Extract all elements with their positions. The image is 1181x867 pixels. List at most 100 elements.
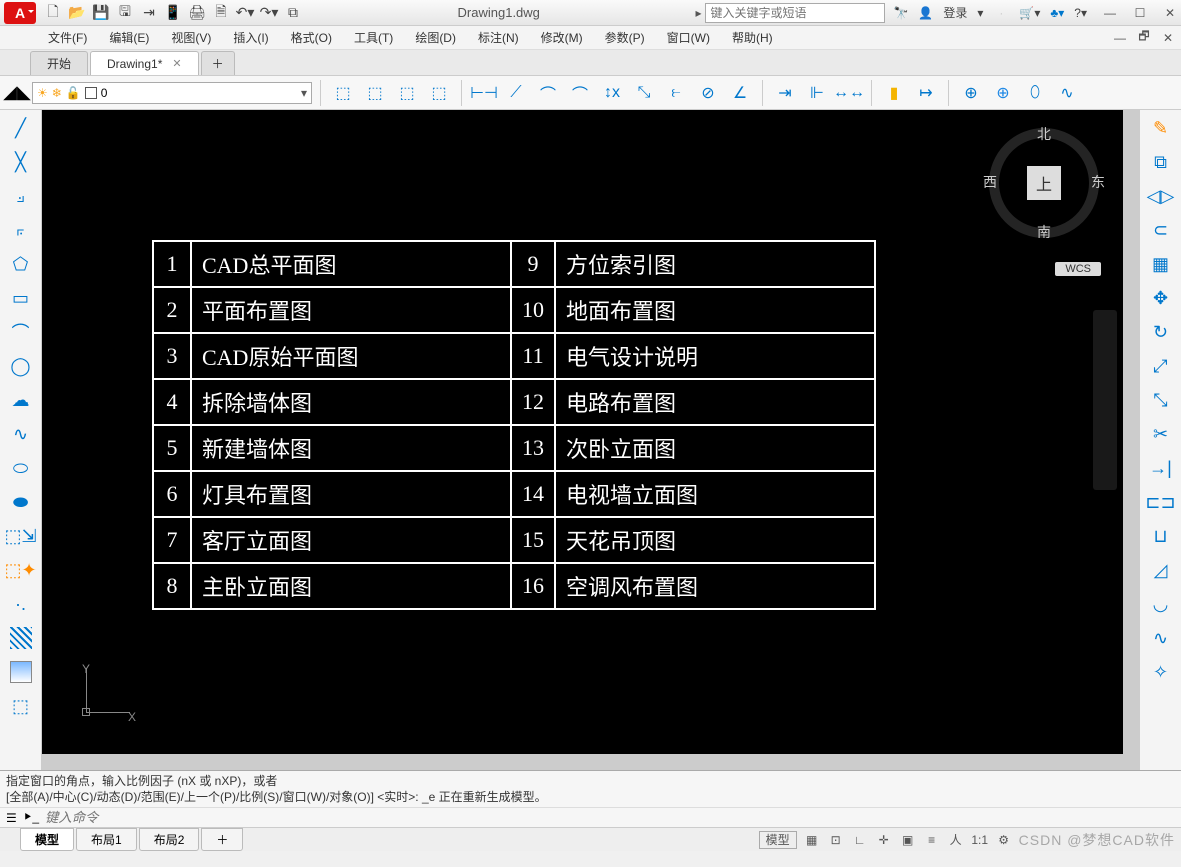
navigation-bar[interactable] <box>1093 310 1117 490</box>
xline-icon[interactable]: ╳ <box>6 148 36 176</box>
open-icon[interactable]: 📂 <box>68 4 86 22</box>
layer-stack1-icon[interactable]: ⬚ <box>329 80 357 106</box>
viewcube-north[interactable]: 北 <box>1037 124 1051 144</box>
revcloud-icon[interactable]: ☁ <box>6 386 36 414</box>
dropdown-icon[interactable]: ▾ <box>977 6 983 20</box>
menu-modify[interactable]: 修改(M) <box>541 29 583 46</box>
grid-icon[interactable]: ▦ <box>803 831 821 849</box>
tab-close-icon[interactable]: ✕ <box>172 57 181 70</box>
search-input[interactable] <box>705 3 885 23</box>
layer-stack3-icon[interactable]: ⬚ <box>393 80 421 106</box>
centermark-icon[interactable]: ⊕ <box>989 80 1017 106</box>
join-icon[interactable]: ⊔ <box>1146 522 1176 550</box>
menu-dim[interactable]: 标注(N) <box>478 29 519 46</box>
block-icon[interactable]: ⬚✦ <box>6 556 36 584</box>
menu-file[interactable]: 文件(F) <box>48 29 87 46</box>
layout-tab-2[interactable]: 布局2 <box>139 828 200 851</box>
layer-properties-icon[interactable]: ◢◣ <box>4 80 30 106</box>
binoculars-icon[interactable]: 🔭 <box>893 6 908 20</box>
cart-icon[interactable]: 🛒▾ <box>1019 6 1040 20</box>
trim-icon[interactable]: ✂ <box>1146 420 1176 448</box>
dim-space-icon[interactable]: ▮ <box>880 80 908 106</box>
vertical-scrollbar[interactable] <box>1123 110 1139 770</box>
menu-window[interactable]: 窗口(W) <box>667 29 710 46</box>
layout-tab-model[interactable]: 模型 <box>20 828 74 851</box>
polar-icon[interactable]: ✛ <box>875 831 893 849</box>
cloud-icon[interactable]: ♣▾ <box>1050 6 1064 20</box>
polygon-icon[interactable]: ⬠ <box>6 250 36 278</box>
layer-combo[interactable]: ☀ ❄ 🔓 0 ▾ <box>32 82 312 104</box>
point-icon[interactable]: ·. <box>6 590 36 618</box>
dim-linear-icon[interactable]: ⊢⊣ <box>470 80 498 106</box>
tab-start[interactable]: 开始 <box>30 51 88 75</box>
gradient-btn[interactable] <box>6 658 36 686</box>
copy-icon[interactable]: ⧉ <box>1146 148 1176 176</box>
mdi-minimize-icon[interactable]: — <box>1113 31 1127 45</box>
import-icon[interactable]: ⇥ <box>140 4 158 22</box>
dim-aligned-icon[interactable]: ⟋ <box>502 80 530 106</box>
arc-icon[interactable]: ⌒ <box>6 318 36 346</box>
ellipsearc-icon[interactable]: ⬬ <box>6 488 36 516</box>
menu-insert[interactable]: 插入(I) <box>233 29 268 46</box>
mirror-icon[interactable]: ◁▷ <box>1146 182 1176 210</box>
minimize-icon[interactable]: — <box>1103 6 1117 20</box>
gear-icon[interactable]: ⚙ <box>995 831 1013 849</box>
dim-diameter-icon[interactable]: ⊘ <box>694 80 722 106</box>
region-icon[interactable]: ⬚ <box>6 692 36 720</box>
horizontal-scrollbar[interactable] <box>42 754 1123 770</box>
viewcube-west[interactable]: 西 <box>983 172 997 192</box>
tab-add[interactable]: ＋ <box>201 51 235 75</box>
polyline2-icon[interactable]: ⟔ <box>6 216 36 244</box>
overlap-icon[interactable]: ⧉ <box>284 4 302 22</box>
line-icon[interactable]: ╱ <box>6 114 36 142</box>
layout-tab-1[interactable]: 布局1 <box>76 828 137 851</box>
lwt-icon[interactable]: ≡ <box>923 831 941 849</box>
explode-icon[interactable]: ✧ <box>1146 658 1176 686</box>
print-icon[interactable]: 🖨 <box>188 4 206 22</box>
break-icon[interactable]: ⊏⊐ <box>1146 488 1176 516</box>
menu-help[interactable]: 帮助(H) <box>732 29 773 46</box>
viewcube-east[interactable]: 东 <box>1091 172 1105 192</box>
viewcube-face[interactable]: 上 <box>1027 166 1061 200</box>
recent-commands-icon[interactable]: ☰ <box>6 811 17 825</box>
menu-view[interactable]: 视图(V) <box>171 29 211 46</box>
erase-icon[interactable]: ✎ <box>1146 114 1176 142</box>
saveas-icon[interactable]: 🖫 <box>116 4 134 22</box>
dim-continue-icon[interactable]: ↔↔ <box>835 80 863 106</box>
scale-icon[interactable]: ⤢ <box>1146 352 1176 380</box>
dim-quick-icon[interactable]: ⇥ <box>771 80 799 106</box>
rectangle-icon[interactable]: ▭ <box>6 284 36 312</box>
drawing-canvas[interactable]: 上 北 南 西 东 WCS 1CAD总平面图9方位索引图 2平面布置图10地面布… <box>42 110 1139 770</box>
dim-arc-icon[interactable]: ⌒ <box>534 80 562 106</box>
new-icon[interactable]: 🗋 <box>44 4 62 22</box>
app-logo[interactable]: A <box>4 2 36 24</box>
mdi-close-icon[interactable]: ✕ <box>1161 31 1175 45</box>
mdi-restore-icon[interactable]: 🗗 <box>1137 31 1151 45</box>
rotate-icon[interactable]: ↻ <box>1146 318 1176 346</box>
viewcube-south[interactable]: 南 <box>1037 222 1051 242</box>
maximize-icon[interactable]: ☐ <box>1133 6 1147 20</box>
osnap-icon[interactable]: ▣ <box>899 831 917 849</box>
menu-format[interactable]: 格式(O) <box>291 29 332 46</box>
command-input[interactable] <box>45 810 1175 825</box>
login-link[interactable]: 登录 <box>943 4 967 21</box>
circle-icon[interactable]: ◯ <box>6 352 36 380</box>
dim-baseline-icon[interactable]: ⊩ <box>803 80 831 106</box>
inspect-icon[interactable]: ⬯ <box>1021 80 1049 106</box>
undo-icon[interactable]: ↶▾ <box>236 4 254 22</box>
status-model-btn[interactable]: 模型 <box>759 831 797 849</box>
snap-icon[interactable]: ⊡ <box>827 831 845 849</box>
save-icon[interactable]: 💾 <box>92 4 110 22</box>
layer-stack2-icon[interactable]: ⬚ <box>361 80 389 106</box>
menu-param[interactable]: 参数(P) <box>605 29 645 46</box>
array-icon[interactable]: ▦ <box>1146 250 1176 278</box>
tab-drawing1[interactable]: Drawing1*✕ <box>90 51 199 75</box>
tolerance-icon[interactable]: ⊕ <box>957 80 985 106</box>
plot-icon[interactable]: 🗎 <box>212 4 230 22</box>
user-icon[interactable]: 👤 <box>918 6 933 20</box>
blend-icon[interactable]: ∿ <box>1146 624 1176 652</box>
fillet-icon[interactable]: ◡ <box>1146 590 1176 618</box>
polyline-icon[interactable]: ⟓ <box>6 182 36 210</box>
dim-jog-icon[interactable]: ⥼ <box>662 80 690 106</box>
layer-stack4-icon[interactable]: ⬚ <box>425 80 453 106</box>
